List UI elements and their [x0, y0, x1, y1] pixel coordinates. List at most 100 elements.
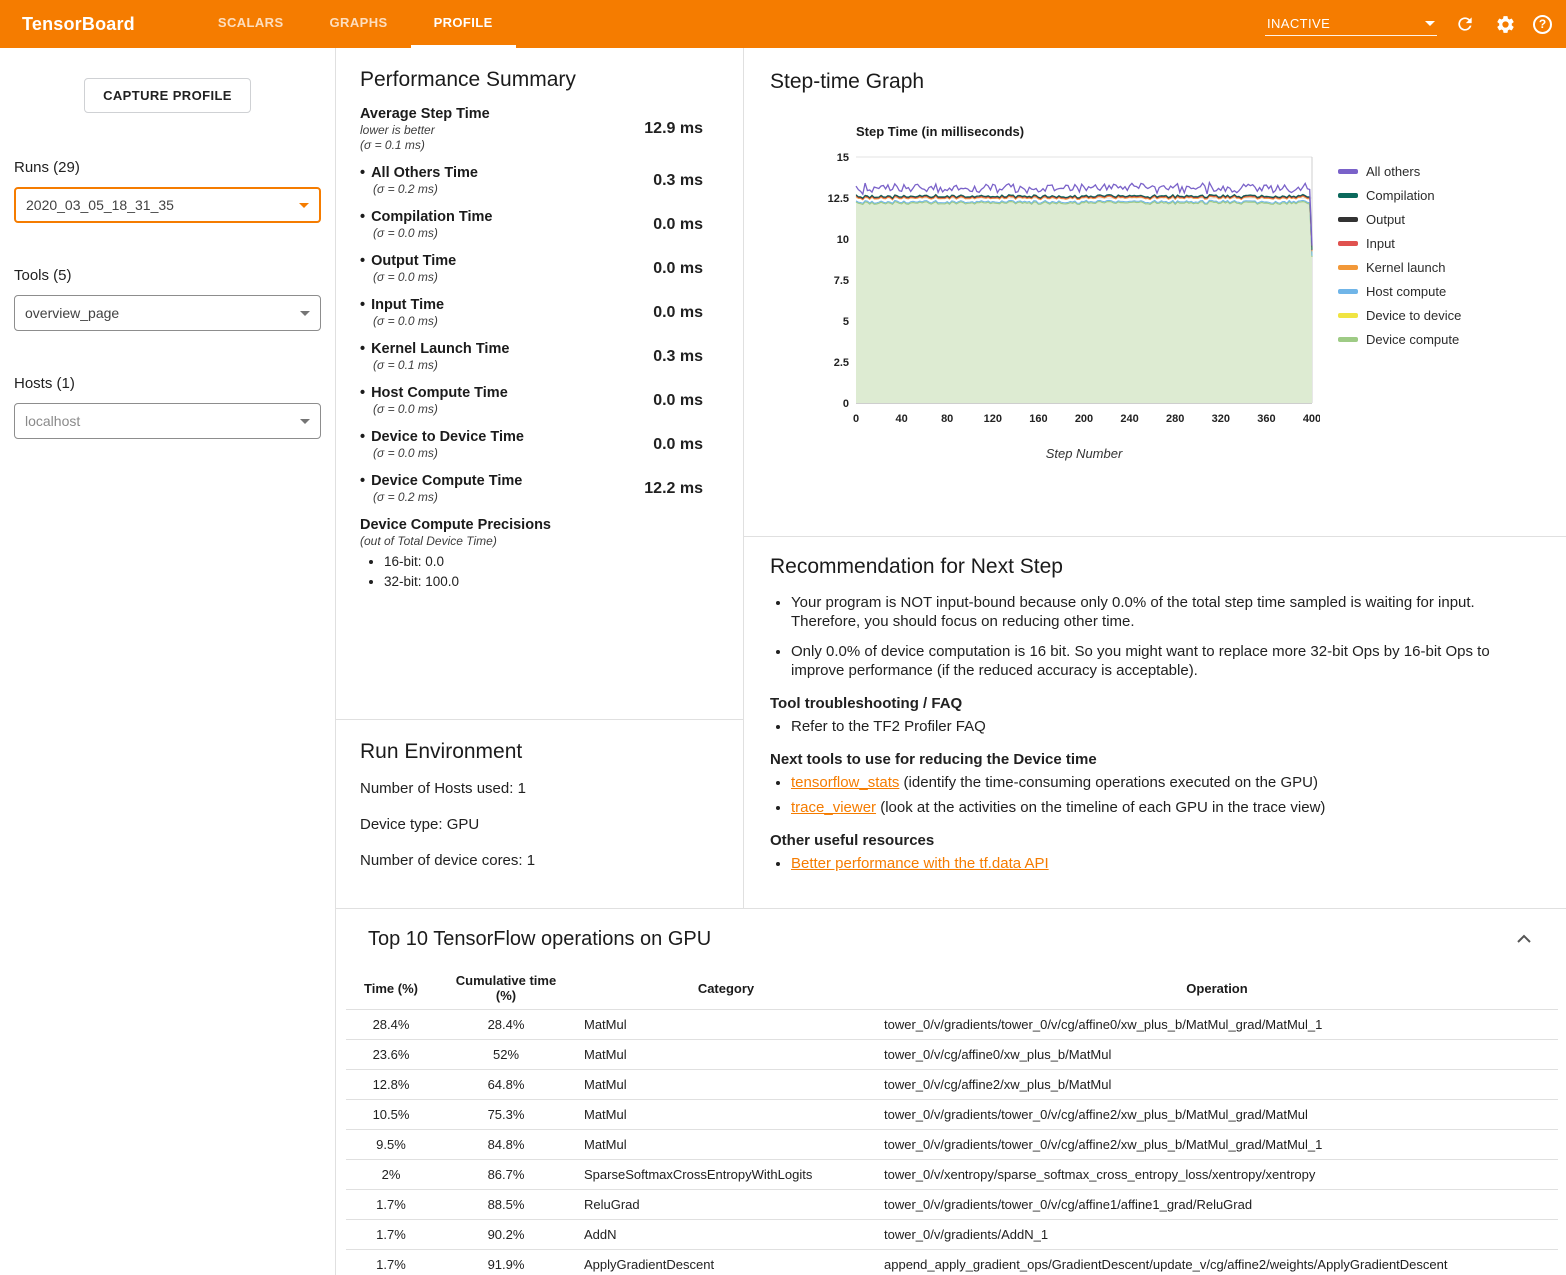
settings-gear-icon[interactable]	[1493, 12, 1517, 36]
recommendation-section: Recommendation for Next Step Your progra…	[744, 537, 1566, 873]
metric-value: 0.3 ms	[629, 348, 703, 366]
table-row: 1.7% 90.2% AddN tower_0/v/gradients/AddN…	[346, 1220, 1558, 1250]
cell-category: ReluGrad	[576, 1190, 876, 1220]
recommendation-bullet: Only 0.0% of device computation is 16 bi…	[791, 642, 1540, 680]
svg-text:280: 280	[1166, 413, 1184, 425]
tab-profile[interactable]: PROFILE	[411, 0, 516, 48]
runs-select[interactable]: 2020_03_05_18_31_35	[14, 187, 321, 223]
collapse-chevron-up-icon[interactable]	[1512, 927, 1536, 951]
step-time-graph-section: Step-time Graph Step Time (in millisecon…	[744, 48, 1566, 537]
chevron-down-icon	[300, 419, 310, 424]
svg-text:120: 120	[984, 413, 1002, 425]
cell-time-percent: 1.7%	[346, 1220, 436, 1250]
subsection-heading: Next tools to use for reducing the Devic…	[770, 751, 1540, 768]
x-axis-label: Step Number	[820, 446, 1320, 461]
legend-item: All others	[1338, 164, 1461, 179]
perf-metric-row: •Compilation Time (σ = 0.0 ms) 0.0 ms	[360, 209, 719, 240]
metric-value: 0.0 ms	[629, 436, 703, 454]
precisions-label: Device Compute Precisions	[360, 517, 719, 533]
metric-value: 0.0 ms	[629, 216, 703, 234]
help-icon[interactable]: ?	[1533, 15, 1552, 34]
precision-item: 16-bit: 0.0	[384, 554, 719, 569]
legend-label: Device compute	[1366, 332, 1459, 347]
refresh-icon[interactable]	[1453, 12, 1477, 36]
svg-text:12.5: 12.5	[828, 193, 849, 205]
cell-operation: append_apply_gradient_ops/GradientDescen…	[876, 1250, 1558, 1275]
metric-note: lower is better	[360, 123, 629, 137]
runs-label: Runs (29)	[0, 159, 335, 176]
cell-category: MatMul	[576, 1100, 876, 1130]
cell-time-percent: 12.8%	[346, 1070, 436, 1100]
cell-category: MatMul	[576, 1130, 876, 1160]
table-row: 10.5% 75.3% MatMul tower_0/v/gradients/t…	[346, 1100, 1558, 1130]
cell-time-percent: 10.5%	[346, 1100, 436, 1130]
top10-operations-table: Time (%) Cumulative time (%) Category Op…	[346, 967, 1558, 1275]
metric-label: •Device to Device Time	[360, 429, 629, 445]
performance-summary-section: Performance Summary Average Step Time lo…	[336, 48, 743, 720]
svg-text:240: 240	[1120, 413, 1138, 425]
link[interactable]: Better performance with the tf.data API	[791, 855, 1049, 872]
legend-item: Output	[1338, 212, 1461, 227]
svg-text:40: 40	[895, 413, 907, 425]
cell-operation: tower_0/v/gradients/AddN_1	[876, 1220, 1558, 1250]
capture-profile-button[interactable]: CAPTURE PROFILE	[84, 78, 251, 113]
bullet-icon: •	[360, 209, 365, 225]
cell-time-percent: 2%	[346, 1160, 436, 1190]
recommendation-item: Better performance with the tf.data API	[791, 854, 1540, 873]
bullet-icon: •	[360, 429, 365, 445]
link[interactable]: trace_viewer	[791, 799, 876, 816]
recommendation-subsection: Next tools to use for reducing the Devic…	[770, 751, 1540, 817]
performance-summary-title: Performance Summary	[360, 68, 719, 92]
legend-item: Host compute	[1338, 284, 1461, 299]
col-header-category: Category	[576, 967, 876, 1010]
legend-item: Device to device	[1338, 308, 1461, 323]
perf-metric-row: •All Others Time (σ = 0.2 ms) 0.3 ms	[360, 165, 719, 196]
cell-cumulative-percent: 75.3%	[436, 1100, 576, 1130]
metric-label: •Host Compute Time	[360, 385, 629, 401]
table-row: 1.7% 91.9% ApplyGradientDescent append_a…	[346, 1250, 1558, 1275]
run-status-select[interactable]: INACTIVE	[1265, 12, 1437, 36]
table-row: 28.4% 28.4% MatMul tower_0/v/gradients/t…	[346, 1010, 1558, 1040]
recommendation-subsection: Tool troubleshooting / FAQ Refer to the …	[770, 695, 1540, 736]
bullet-icon: •	[360, 165, 365, 181]
subsection-heading: Tool troubleshooting / FAQ	[770, 695, 1540, 712]
metric-sigma: (σ = 0.0 ms)	[360, 402, 629, 416]
chevron-down-icon	[299, 203, 309, 208]
top10-operations-section: Top 10 TensorFlow operations on GPU Time…	[336, 908, 1566, 1275]
svg-text:5: 5	[843, 316, 849, 328]
metric-label: •All Others Time	[360, 165, 629, 181]
metric-value: 12.2 ms	[629, 480, 703, 498]
metric-value: 0.0 ms	[629, 392, 703, 410]
col-header-operation: Operation	[876, 967, 1558, 1010]
env-line: Device type: GPU	[360, 816, 719, 833]
tab-scalars[interactable]: SCALARS	[195, 0, 307, 48]
cell-operation: tower_0/v/gradients/tower_0/v/cg/affine0…	[876, 1010, 1558, 1040]
recommendation-item: Refer to the TF2 Profiler FAQ	[791, 717, 1540, 736]
metric-sigma: (σ = 0.1 ms)	[360, 138, 629, 152]
precisions-note: (out of Total Device Time)	[360, 534, 719, 548]
cell-cumulative-percent: 64.8%	[436, 1070, 576, 1100]
cell-cumulative-percent: 28.4%	[436, 1010, 576, 1040]
metric-value: 0.0 ms	[629, 260, 703, 278]
hosts-select[interactable]: localhost	[14, 403, 321, 439]
svg-text:7.5: 7.5	[834, 275, 849, 287]
legend-swatch	[1338, 265, 1358, 270]
svg-text:0: 0	[843, 398, 849, 410]
tools-select[interactable]: overview_page	[14, 295, 321, 331]
link[interactable]: tensorflow_stats	[791, 774, 899, 791]
metric-value: 0.0 ms	[629, 304, 703, 322]
top10-title: Top 10 TensorFlow operations on GPU	[368, 928, 711, 951]
chevron-down-icon	[300, 311, 310, 316]
hosts-label: Hosts (1)	[0, 375, 335, 392]
cell-time-percent: 1.7%	[346, 1250, 436, 1275]
cell-cumulative-percent: 84.8%	[436, 1130, 576, 1160]
tab-graphs[interactable]: GRAPHS	[307, 0, 411, 48]
chart-legend: All others Compilation Output Input Kern…	[1338, 164, 1461, 461]
svg-text:2.5: 2.5	[834, 357, 849, 369]
perf-metric-row: •Device Compute Time (σ = 0.2 ms) 12.2 m…	[360, 473, 719, 504]
recommendation-subsection: Other useful resources Better performanc…	[770, 832, 1540, 873]
legend-item: Kernel launch	[1338, 260, 1461, 275]
main-content: Performance Summary Average Step Time lo…	[335, 48, 1566, 1275]
cell-cumulative-percent: 90.2%	[436, 1220, 576, 1250]
legend-label: All others	[1366, 164, 1420, 179]
